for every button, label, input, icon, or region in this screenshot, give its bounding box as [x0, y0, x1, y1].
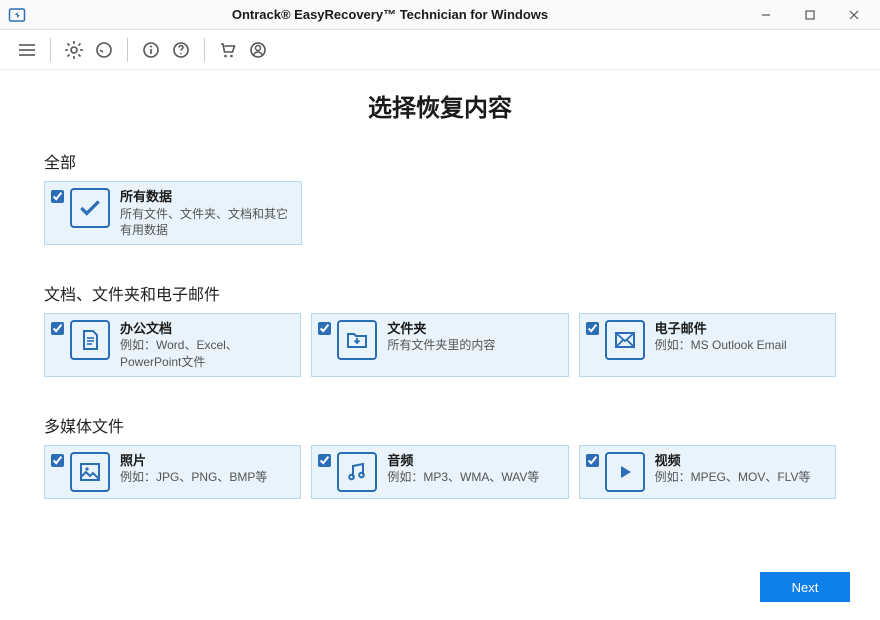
- history-icon[interactable]: [91, 37, 117, 63]
- info-icon[interactable]: [138, 37, 164, 63]
- section-label-docs: 文档、文件夹和电子邮件: [44, 281, 836, 305]
- minimize-button[interactable]: [748, 1, 784, 29]
- footer: Next: [760, 572, 850, 602]
- checkbox-photos[interactable]: [51, 454, 64, 467]
- checkbox-folders[interactable]: [318, 322, 331, 335]
- gear-icon[interactable]: [61, 37, 87, 63]
- card-title: 照片: [120, 452, 294, 470]
- card-folders[interactable]: 文件夹 所有文件夹里的内容: [311, 313, 568, 377]
- window-controls: [748, 1, 872, 29]
- menu-icon[interactable]: [14, 37, 40, 63]
- toolbar: [0, 30, 880, 70]
- audio-icon: [337, 452, 377, 492]
- folder-icon: [337, 320, 377, 360]
- main-content: 选择恢复内容 全部 所有数据 所有文件、文件夹、文档和其它有用数据 文档、文件夹…: [0, 70, 880, 499]
- card-video[interactable]: 视频 例如：MPEG、MOV、FLV等: [579, 445, 836, 499]
- checkbox-email[interactable]: [586, 322, 599, 335]
- cart-icon[interactable]: [215, 37, 241, 63]
- section-label-all: 全部: [44, 149, 836, 173]
- checkbox-video[interactable]: [586, 454, 599, 467]
- card-desc: 例如：MPEG、MOV、FLV等: [655, 469, 829, 485]
- card-desc: 所有文件、文件夹、文档和其它有用数据: [120, 206, 295, 238]
- titlebar: Ontrack® EasyRecovery™ Technician for Wi…: [0, 0, 880, 30]
- card-desc: 所有文件夹里的内容: [387, 337, 561, 353]
- page-title: 选择恢复内容: [44, 88, 836, 123]
- user-icon[interactable]: [245, 37, 271, 63]
- checkbox-office[interactable]: [51, 322, 64, 335]
- card-title: 视频: [655, 452, 829, 470]
- card-desc: 例如：MP3、WMA、WAV等: [387, 469, 561, 485]
- card-title: 所有数据: [120, 188, 295, 206]
- close-button[interactable]: [836, 1, 872, 29]
- card-email[interactable]: 电子邮件 例如：MS Outlook Email: [579, 313, 836, 377]
- app-icon: [8, 6, 26, 24]
- checkbox-audio[interactable]: [318, 454, 331, 467]
- card-desc: 例如：JPG、PNG、BMP等: [120, 469, 294, 485]
- checkmark-icon: [70, 188, 110, 228]
- next-button[interactable]: Next: [760, 572, 850, 602]
- window-title: Ontrack® EasyRecovery™ Technician for Wi…: [32, 7, 748, 22]
- card-title: 办公文档: [120, 320, 294, 338]
- help-icon[interactable]: [168, 37, 194, 63]
- checkbox-all-data[interactable]: [51, 190, 64, 203]
- card-desc: 例如：Word、Excel、PowerPoint文件: [120, 337, 294, 369]
- toolbar-divider: [204, 38, 205, 62]
- card-audio[interactable]: 音频 例如：MP3、WMA、WAV等: [311, 445, 568, 499]
- photo-icon: [70, 452, 110, 492]
- card-title: 音频: [387, 452, 561, 470]
- video-icon: [605, 452, 645, 492]
- card-office[interactable]: 办公文档 例如：Word、Excel、PowerPoint文件: [44, 313, 301, 377]
- card-title: 文件夹: [387, 320, 561, 338]
- document-icon: [70, 320, 110, 360]
- card-desc: 例如：MS Outlook Email: [655, 337, 829, 353]
- email-icon: [605, 320, 645, 360]
- maximize-button[interactable]: [792, 1, 828, 29]
- card-title: 电子邮件: [655, 320, 829, 338]
- toolbar-divider: [50, 38, 51, 62]
- card-all-data[interactable]: 所有数据 所有文件、文件夹、文档和其它有用数据: [44, 181, 302, 245]
- toolbar-divider: [127, 38, 128, 62]
- card-photos[interactable]: 照片 例如：JPG、PNG、BMP等: [44, 445, 301, 499]
- section-label-media: 多媒体文件: [44, 413, 836, 437]
